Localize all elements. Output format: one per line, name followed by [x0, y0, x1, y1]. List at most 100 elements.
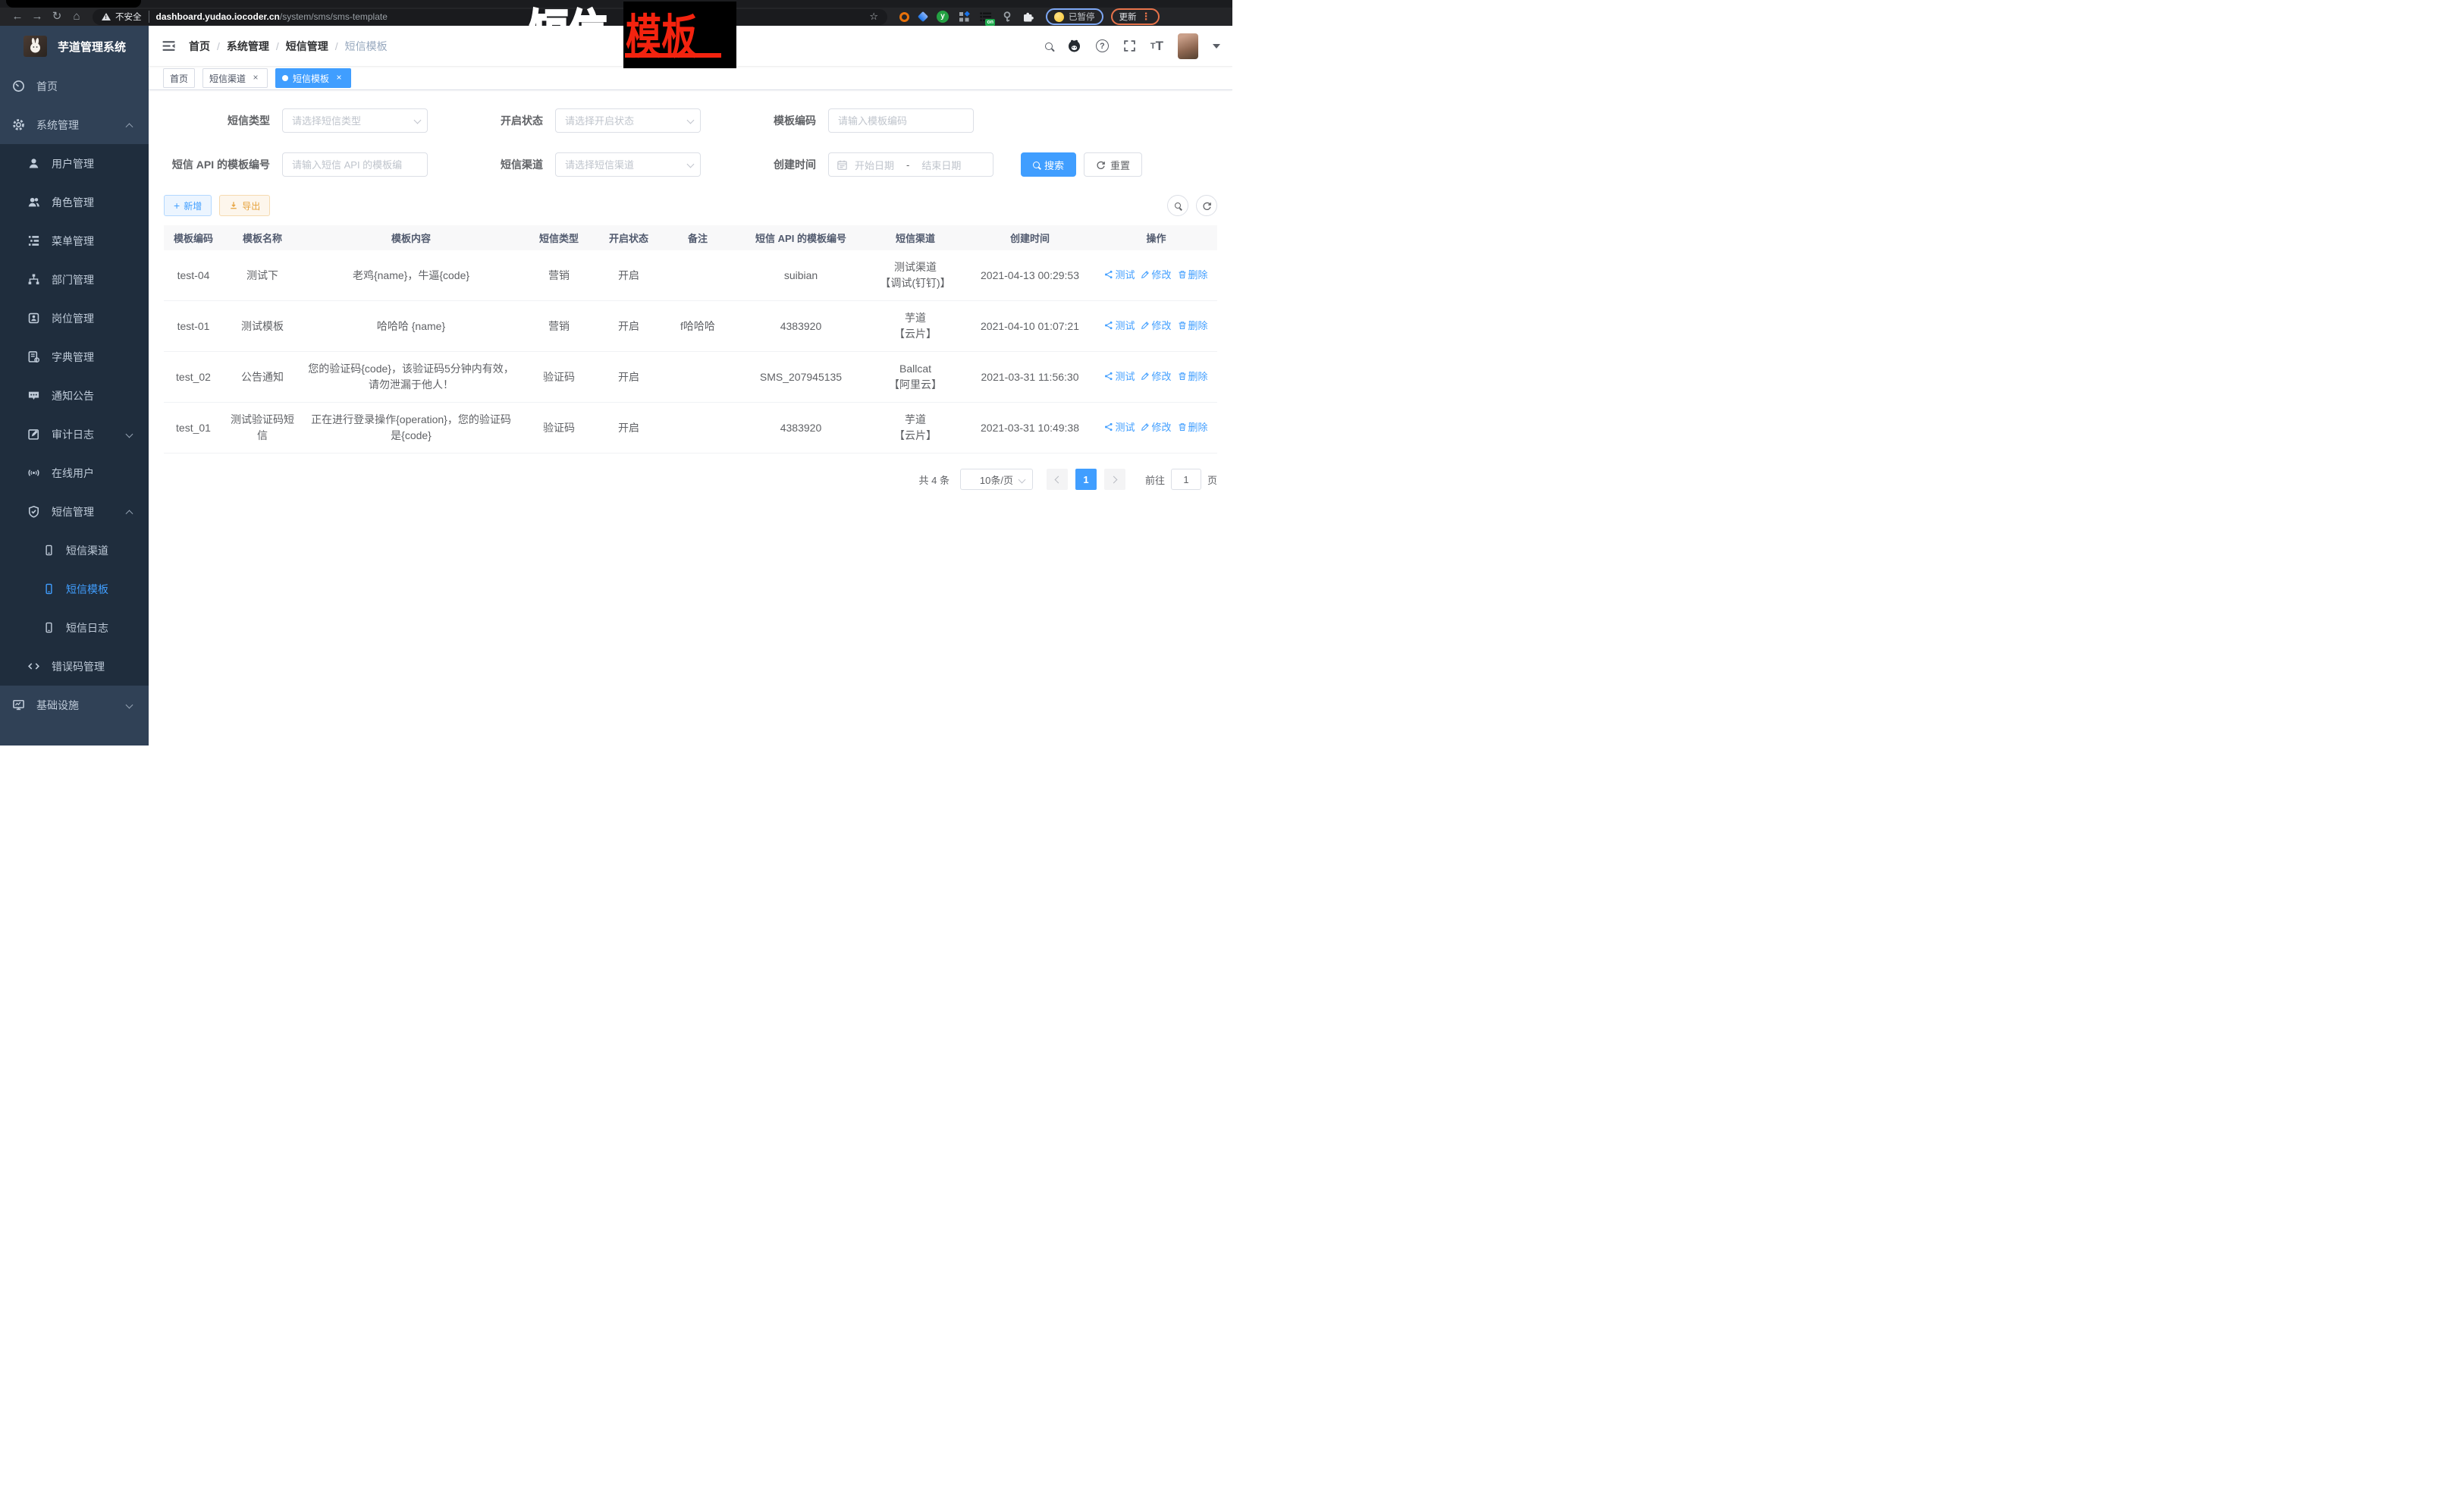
edit-link[interactable]: 修改 — [1141, 419, 1171, 435]
sidebar-item-sms-channel[interactable]: 短信渠道 — [0, 531, 149, 570]
close-icon[interactable]: × — [334, 73, 344, 83]
test-link[interactable]: 测试 — [1104, 369, 1135, 385]
sms-type-select[interactable] — [282, 108, 428, 133]
test-link[interactable]: 测试 — [1104, 419, 1135, 435]
column-header[interactable]: 备注 — [660, 225, 736, 250]
reload-icon[interactable]: ↻ — [47, 8, 67, 25]
user-avatar[interactable] — [1178, 33, 1198, 59]
browser-active-tab[interactable] — [6, 0, 141, 8]
extension-grid-icon[interactable] — [959, 11, 970, 23]
address-bar[interactable]: ! 不安全 dashboard.yudao.iocoder.cn/system/… — [93, 9, 887, 25]
sidebar-item-user-mgmt[interactable]: 用户管理 — [0, 144, 149, 183]
column-header[interactable]: 操作 — [1095, 225, 1217, 250]
cell-status: 开启 — [598, 301, 660, 352]
column-header[interactable]: 短信类型 — [520, 225, 598, 250]
edit-link[interactable]: 修改 — [1141, 318, 1171, 334]
prev-page-button[interactable] — [1047, 469, 1068, 490]
fullscreen-icon[interactable] — [1123, 39, 1136, 52]
current-page[interactable]: 1 — [1075, 469, 1097, 490]
home-icon[interactable]: ⌂ — [67, 8, 86, 25]
sidebar-item-home[interactable]: 首页 — [0, 67, 149, 105]
column-header[interactable]: 开启状态 — [598, 225, 660, 250]
column-header[interactable]: 创建时间 — [965, 225, 1095, 250]
delete-link[interactable]: 删除 — [1178, 267, 1208, 283]
column-header[interactable]: 模板名称 — [223, 225, 302, 250]
user-menu-caret-icon[interactable] — [1213, 44, 1220, 49]
tag-home[interactable]: 首页 — [163, 68, 195, 88]
extensions-puzzle-icon[interactable] — [1022, 11, 1034, 23]
page-size-select[interactable]: 10条/页 — [960, 469, 1033, 490]
sidebar-item-dict-mgmt[interactable]: 字典管理 — [0, 337, 149, 376]
delete-link[interactable]: 删除 — [1178, 318, 1208, 334]
column-header[interactable]: 模板内容 — [302, 225, 520, 250]
close-icon[interactable]: × — [250, 73, 261, 83]
add-button[interactable]: + 新增 — [164, 195, 212, 216]
sidebar-item-audit-log[interactable]: 审计日志 — [0, 415, 149, 454]
next-page-button[interactable] — [1104, 469, 1125, 490]
sidebar-item-label: 错误码管理 — [52, 659, 105, 674]
channel-select[interactable] — [555, 152, 701, 177]
hamburger-icon[interactable] — [162, 39, 176, 53]
extension-ring-icon[interactable] — [899, 12, 909, 22]
start-date-placeholder[interactable]: 开始日期 — [855, 158, 894, 172]
recording-paused-pill[interactable]: 已暂停 — [1046, 8, 1103, 25]
breadcrumb-system[interactable]: 系统管理 — [227, 39, 269, 54]
status-select[interactable] — [555, 108, 701, 133]
tag-sms-template[interactable]: 短信模板 × — [275, 68, 351, 88]
breadcrumb-home[interactable]: 首页 — [189, 39, 210, 54]
template-code-input[interactable] — [828, 108, 974, 133]
test-link[interactable]: 测试 — [1104, 267, 1135, 283]
breadcrumb-sms[interactable]: 短信管理 — [286, 39, 328, 54]
toggle-search-icon[interactable] — [1167, 195, 1188, 216]
sidebar-item-post-mgmt[interactable]: 岗位管理 — [0, 299, 149, 337]
bookmark-star-icon[interactable]: ☆ — [869, 11, 878, 23]
sidebar-item-sms-mgmt[interactable]: 短信管理 — [0, 492, 149, 531]
header-search-icon[interactable] — [1045, 42, 1053, 50]
export-button[interactable]: 导出 — [219, 195, 270, 216]
date-range-picker[interactable]: 开始日期 - 结束日期 — [828, 152, 993, 177]
delete-link[interactable]: 删除 — [1178, 369, 1208, 385]
api-template-id-input[interactable] — [282, 152, 428, 177]
sidebar-item-sms-template[interactable]: 短信模板 — [0, 570, 149, 608]
reset-button[interactable]: 重置 — [1084, 152, 1142, 177]
edit-link[interactable]: 修改 — [1141, 267, 1171, 283]
sidebar-item-menu-mgmt[interactable]: 菜单管理 — [0, 221, 149, 260]
sidebar-item-notice[interactable]: 通知公告 — [0, 376, 149, 415]
column-header[interactable]: 短信 API 的模板编号 — [736, 225, 866, 250]
extension-gem-icon[interactable] — [918, 11, 928, 22]
sidebar-item-role-mgmt[interactable]: 角色管理 — [0, 183, 149, 221]
shield-check-icon — [27, 505, 40, 518]
forward-icon[interactable]: → — [27, 8, 47, 25]
extension-y-icon[interactable]: y — [937, 11, 949, 23]
github-icon[interactable] — [1067, 39, 1081, 53]
search-button[interactable]: 搜索 — [1021, 152, 1076, 177]
browser-update-pill[interactable]: 更新 ⋮ — [1111, 8, 1160, 25]
sidebar-item-dept-mgmt[interactable]: 部门管理 — [0, 260, 149, 299]
security-warning-icon[interactable]: ! — [102, 13, 111, 20]
sidebar-item-system-mgmt[interactable]: 系统管理 — [0, 105, 149, 144]
sidebar-item-sms-log[interactable]: 短信日志 — [0, 608, 149, 647]
sms-template-table: 模板编码 模板名称 模板内容 短信类型 开启状态 备注 短信 API 的模板编号… — [164, 225, 1217, 454]
back-icon[interactable]: ← — [8, 8, 27, 25]
tag-sms-channel[interactable]: 短信渠道 × — [202, 68, 268, 88]
refresh-table-icon[interactable] — [1196, 195, 1217, 216]
status-select-input[interactable] — [555, 108, 701, 133]
sidebar-item-error-code-mgmt[interactable]: 错误码管理 — [0, 647, 149, 686]
cell-status: 开启 — [598, 352, 660, 403]
column-header[interactable]: 短信渠道 — [866, 225, 965, 250]
sidebar-item-online-users[interactable]: 在线用户 — [0, 454, 149, 492]
test-link[interactable]: 测试 — [1104, 318, 1135, 334]
help-icon[interactable]: ? — [1096, 39, 1109, 52]
end-date-placeholder[interactable]: 结束日期 — [921, 158, 961, 172]
column-header[interactable]: 模板编码 — [164, 225, 223, 250]
sidebar-logo-row[interactable]: 芋道管理系统 — [0, 26, 149, 67]
goto-page-input[interactable] — [1171, 469, 1201, 490]
edit-link[interactable]: 修改 — [1141, 369, 1171, 385]
sidebar-item-infrastructure[interactable]: 基础设施 — [0, 686, 149, 724]
font-size-icon[interactable]: TT — [1150, 39, 1163, 54]
channel-select-input[interactable] — [555, 152, 701, 177]
sms-type-select-input[interactable] — [282, 108, 428, 133]
extension-list-on-icon[interactable]: on — [980, 12, 992, 22]
extension-key-icon[interactable] — [1002, 11, 1012, 23]
delete-link[interactable]: 删除 — [1178, 419, 1208, 435]
